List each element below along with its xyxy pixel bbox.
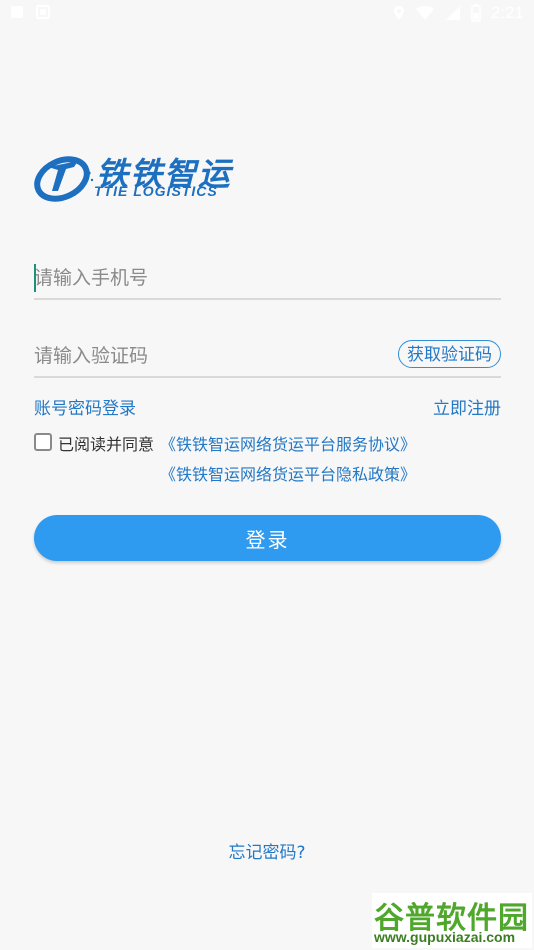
login-button[interactable]: 登录 xyxy=(34,515,501,561)
watermark: 谷普软件园 www.gupuxiazai.com xyxy=(372,893,532,948)
service-agreement-link[interactable]: 《铁铁智运网络货运平台服务协议》 xyxy=(160,431,416,455)
agreement-checkbox[interactable] xyxy=(34,433,52,451)
location-icon xyxy=(393,5,405,21)
forgot-password-link[interactable]: 忘记密码? xyxy=(0,838,534,863)
phone-input[interactable] xyxy=(34,258,374,298)
app-logo: 铁铁智运 TTIE LOGISTICS xyxy=(34,147,244,207)
wifi-icon xyxy=(415,5,435,21)
watermark-url: www.gupuxiazai.com xyxy=(374,929,516,945)
auth-links: 账号密码登录 立即注册 xyxy=(34,394,501,420)
status-time: 2:21 xyxy=(490,3,524,22)
register-link[interactable]: 立即注册 xyxy=(433,394,501,419)
get-code-button[interactable]: 获取验证码 xyxy=(398,340,501,368)
code-field: 获取验证码 xyxy=(34,336,501,378)
password-login-link[interactable]: 账号密码登录 xyxy=(34,394,136,419)
status-bar: 2:21 xyxy=(0,0,534,28)
notification-square-icon xyxy=(10,5,24,19)
logo-mark-icon xyxy=(34,156,94,202)
privacy-policy-link[interactable]: 《铁铁智运网络货运平台隐私政策》 xyxy=(160,461,416,485)
phone-field xyxy=(34,258,501,300)
agreement-label: 已阅读并同意 xyxy=(58,435,155,454)
login-screen: 2:21 铁铁智运 TTIE LOGISTICS 获取验证码 账号密码登录 立即… xyxy=(0,0,534,950)
battery-icon xyxy=(471,4,481,22)
text-cursor xyxy=(34,264,36,292)
logo-subtitle: TTIE LOGISTICS xyxy=(94,183,218,199)
notification-square-icon xyxy=(36,5,50,19)
verification-code-input[interactable] xyxy=(34,336,374,376)
cellular-icon xyxy=(445,5,461,21)
